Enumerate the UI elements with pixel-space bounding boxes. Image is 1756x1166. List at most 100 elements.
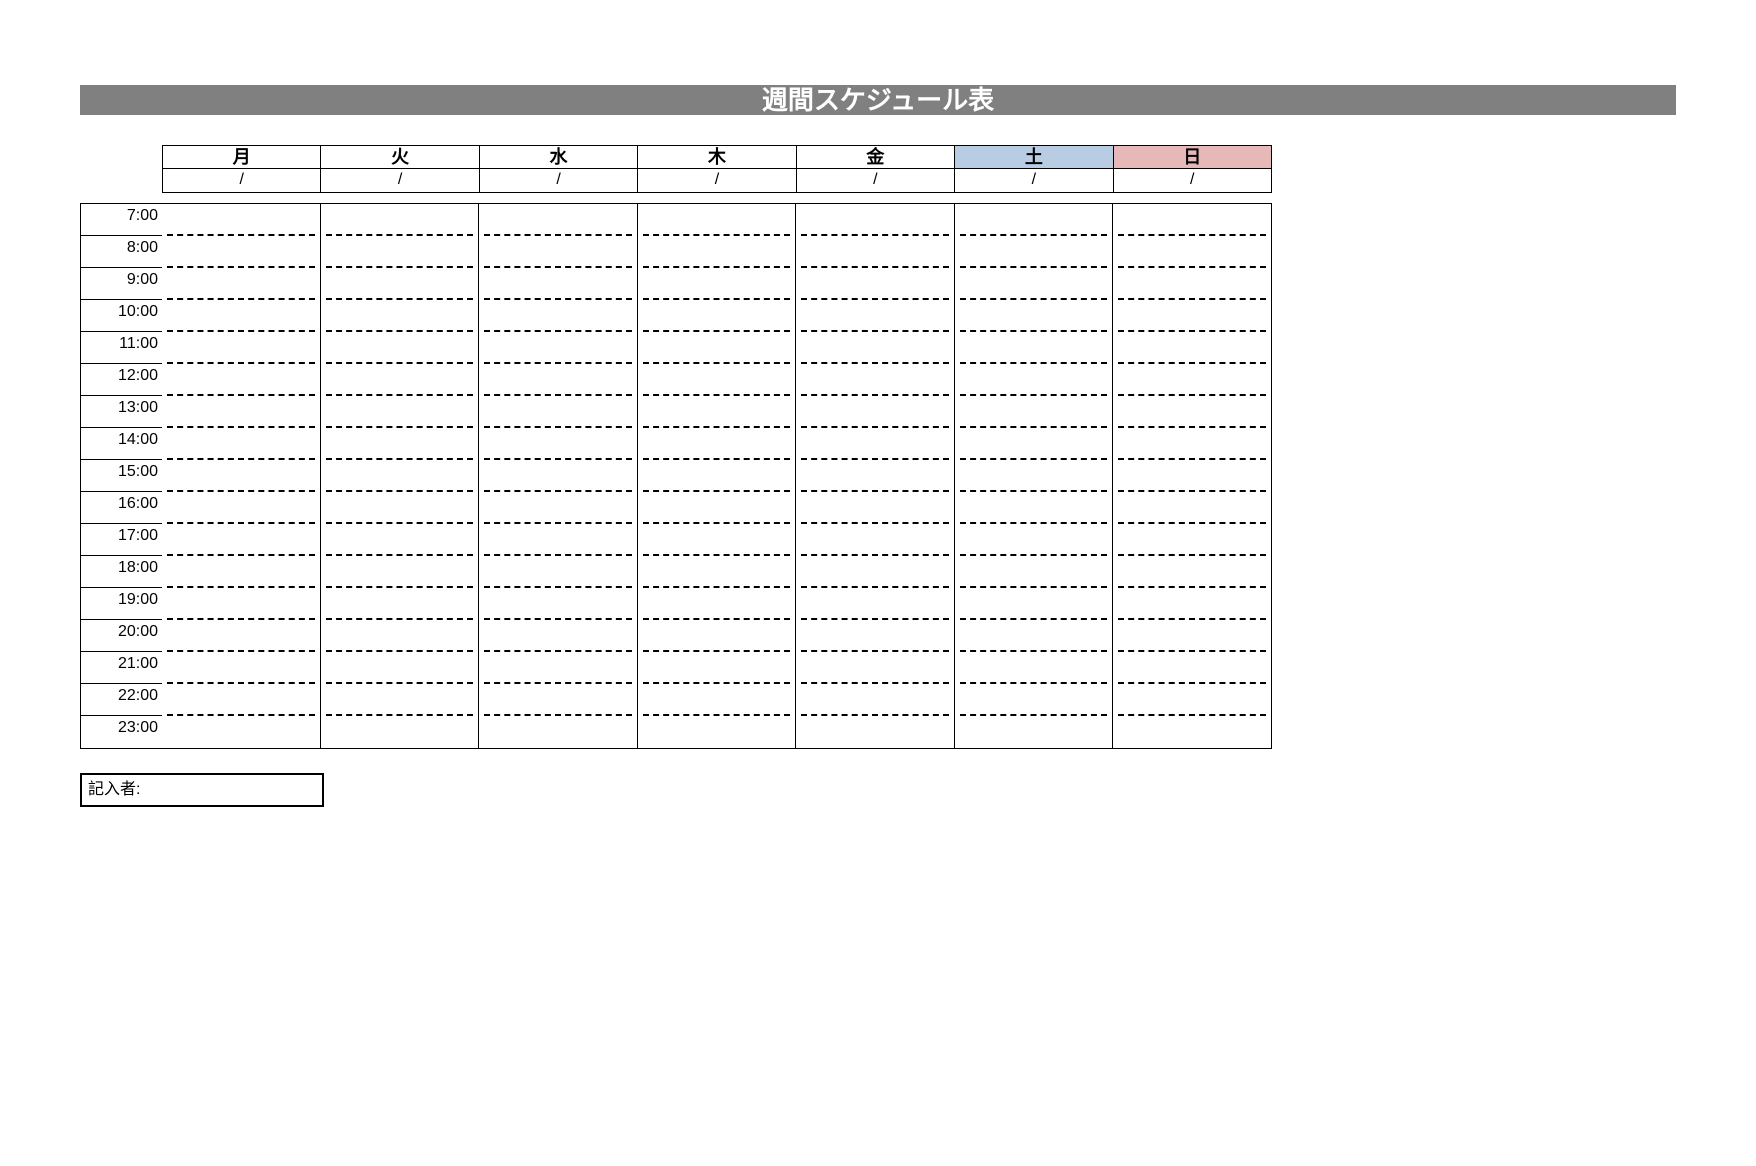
date-cell-2[interactable]: / [480,169,638,193]
schedule-cell[interactable] [484,492,632,524]
schedule-cell[interactable] [643,300,791,332]
schedule-cell[interactable] [326,524,474,556]
schedule-cell[interactable] [801,268,949,300]
schedule-cell[interactable] [167,684,315,716]
date-cell-5[interactable]: / [955,169,1113,193]
schedule-cell[interactable] [484,716,632,748]
schedule-cell[interactable] [801,652,949,684]
schedule-cell[interactable] [167,620,315,652]
schedule-cell[interactable] [484,460,632,492]
schedule-cell[interactable] [801,620,949,652]
schedule-cell[interactable] [801,588,949,620]
schedule-cell[interactable] [326,236,474,268]
schedule-cell[interactable] [167,556,315,588]
schedule-cell[interactable] [167,332,315,364]
schedule-cell[interactable] [801,524,949,556]
schedule-cell[interactable] [801,428,949,460]
schedule-cell[interactable] [484,684,632,716]
date-cell-6[interactable]: / [1114,169,1272,193]
schedule-cell[interactable] [484,428,632,460]
schedule-cell[interactable] [643,524,791,556]
schedule-cell[interactable] [326,332,474,364]
schedule-cell[interactable] [1118,588,1266,620]
schedule-cell[interactable] [960,332,1108,364]
schedule-cell[interactable] [643,492,791,524]
schedule-cell[interactable] [167,716,315,748]
schedule-cell[interactable] [643,332,791,364]
schedule-cell[interactable] [643,588,791,620]
schedule-cell[interactable] [484,620,632,652]
date-cell-4[interactable]: / [797,169,955,193]
schedule-cell[interactable] [960,684,1108,716]
schedule-cell[interactable] [960,588,1108,620]
schedule-cell[interactable] [326,460,474,492]
schedule-cell[interactable] [167,460,315,492]
schedule-cell[interactable] [960,236,1108,268]
schedule-cell[interactable] [484,300,632,332]
schedule-cell[interactable] [643,236,791,268]
schedule-cell[interactable] [960,460,1108,492]
schedule-cell[interactable] [484,396,632,428]
schedule-cell[interactable] [326,684,474,716]
schedule-cell[interactable] [801,204,949,236]
schedule-cell[interactable] [1118,268,1266,300]
author-box[interactable]: 記入者: [80,773,324,807]
schedule-cell[interactable] [167,428,315,460]
schedule-cell[interactable] [484,364,632,396]
schedule-cell[interactable] [326,396,474,428]
schedule-cell[interactable] [167,268,315,300]
schedule-cell[interactable] [326,556,474,588]
schedule-cell[interactable] [960,268,1108,300]
schedule-cell[interactable] [167,588,315,620]
schedule-cell[interactable] [167,524,315,556]
schedule-cell[interactable] [326,588,474,620]
schedule-cell[interactable] [960,620,1108,652]
date-cell-3[interactable]: / [638,169,796,193]
schedule-cell[interactable] [1118,716,1266,748]
schedule-cell[interactable] [1118,364,1266,396]
schedule-cell[interactable] [484,332,632,364]
schedule-cell[interactable] [484,524,632,556]
schedule-cell[interactable] [801,332,949,364]
schedule-cell[interactable] [484,204,632,236]
schedule-cell[interactable] [1118,236,1266,268]
schedule-cell[interactable] [801,396,949,428]
schedule-cell[interactable] [960,364,1108,396]
schedule-cell[interactable] [326,204,474,236]
schedule-cell[interactable] [960,204,1108,236]
schedule-cell[interactable] [1118,620,1266,652]
schedule-cell[interactable] [1118,204,1266,236]
schedule-cell[interactable] [643,460,791,492]
schedule-cell[interactable] [960,492,1108,524]
schedule-cell[interactable] [801,556,949,588]
schedule-cell[interactable] [484,556,632,588]
schedule-cell[interactable] [960,300,1108,332]
schedule-cell[interactable] [960,652,1108,684]
schedule-cell[interactable] [326,364,474,396]
schedule-cell[interactable] [326,620,474,652]
date-cell-1[interactable]: / [321,169,479,193]
schedule-cell[interactable] [643,620,791,652]
schedule-cell[interactable] [801,716,949,748]
schedule-cell[interactable] [1118,652,1266,684]
schedule-cell[interactable] [643,396,791,428]
schedule-cell[interactable] [167,364,315,396]
schedule-cell[interactable] [167,236,315,268]
schedule-cell[interactable] [960,716,1108,748]
schedule-cell[interactable] [801,492,949,524]
schedule-cell[interactable] [643,716,791,748]
schedule-cell[interactable] [1118,300,1266,332]
schedule-cell[interactable] [801,300,949,332]
schedule-cell[interactable] [326,268,474,300]
schedule-cell[interactable] [801,460,949,492]
schedule-cell[interactable] [1118,396,1266,428]
schedule-cell[interactable] [167,492,315,524]
schedule-cell[interactable] [484,588,632,620]
schedule-cell[interactable] [167,396,315,428]
schedule-cell[interactable] [326,652,474,684]
schedule-cell[interactable] [326,428,474,460]
schedule-cell[interactable] [167,204,315,236]
schedule-cell[interactable] [484,236,632,268]
schedule-cell[interactable] [801,364,949,396]
schedule-cell[interactable] [643,268,791,300]
